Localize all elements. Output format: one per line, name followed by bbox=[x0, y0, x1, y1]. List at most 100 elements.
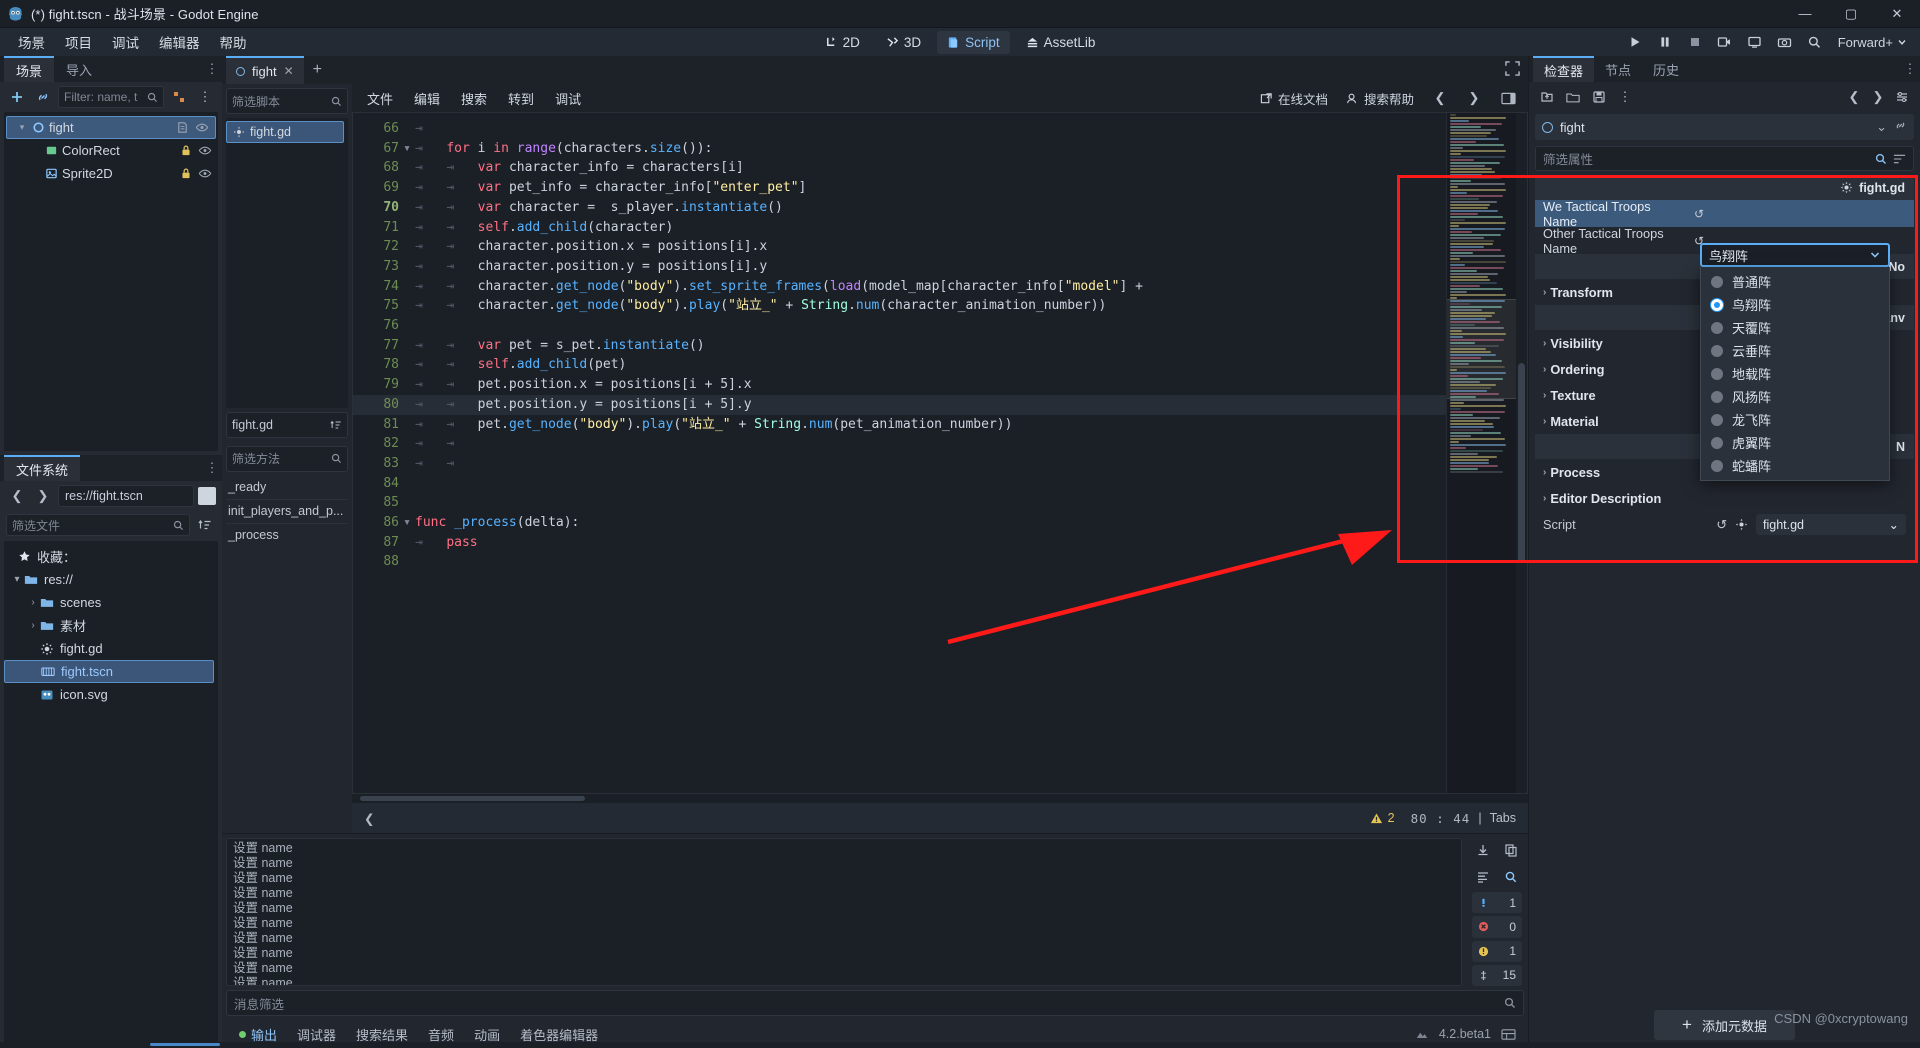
method-item-process[interactable]: _process bbox=[222, 524, 352, 547]
method-filter-input[interactable]: 筛选方法 bbox=[226, 445, 348, 472]
inspector-tools-icon[interactable] bbox=[1891, 86, 1913, 108]
fs-path-value[interactable]: res://fight.tscn bbox=[58, 485, 194, 507]
inspector-open-icon[interactable] bbox=[1536, 86, 1558, 108]
scene-node-fight[interactable]: ▾ fight bbox=[6, 116, 216, 139]
chain-icon[interactable] bbox=[1894, 119, 1907, 135]
play-icon[interactable] bbox=[1621, 30, 1649, 54]
dropdown-selected-field[interactable]: 鸟翔阵 bbox=[1700, 243, 1890, 267]
method-item-ready[interactable]: _ready bbox=[222, 476, 352, 499]
inspector-tab-node[interactable]: 节点 bbox=[1594, 56, 1642, 82]
dock-tab-filesystem[interactable]: 文件系统 bbox=[4, 455, 81, 481]
editor-menu-file[interactable]: 文件 bbox=[358, 86, 402, 111]
menu-project[interactable]: 项目 bbox=[55, 28, 102, 56]
code-horizontal-scrollbar[interactable] bbox=[352, 794, 1528, 803]
fs-item-favorites[interactable]: 收藏： bbox=[4, 545, 218, 568]
editor-menu-edit[interactable]: 编辑 bbox=[405, 86, 449, 111]
scrollbar-thumb[interactable] bbox=[360, 796, 585, 801]
current-script-name-field[interactable]: fight.gd bbox=[226, 411, 348, 438]
warning-indicator[interactable]: 2 bbox=[1370, 811, 1395, 825]
instance-scene-button[interactable] bbox=[32, 86, 54, 108]
tab-assetlib[interactable]: AssetLib bbox=[1016, 31, 1106, 54]
expand-editor-icon[interactable] bbox=[1505, 61, 1520, 79]
visibility-icon[interactable] bbox=[195, 121, 209, 134]
editor-menu-goto[interactable]: 转到 bbox=[499, 86, 543, 111]
dropdown-option-7[interactable]: 虎翼阵 bbox=[1701, 431, 1889, 454]
filter-tools-icon[interactable] bbox=[1893, 153, 1906, 165]
remote-icon[interactable] bbox=[1741, 30, 1769, 54]
dock-tab-import[interactable]: 导入 bbox=[54, 56, 104, 82]
script-icon[interactable] bbox=[176, 121, 189, 134]
script-list-item-fight-gd[interactable]: fight.gd bbox=[226, 121, 344, 143]
message-filter-input[interactable]: 消息筛选 bbox=[226, 990, 1524, 1016]
magnify-icon[interactable] bbox=[1801, 30, 1829, 54]
dock-tab-scene[interactable]: 场景 bbox=[4, 56, 55, 82]
fs-item-icon-svg[interactable]: icon.svg bbox=[4, 683, 218, 706]
online-docs-button[interactable]: 在线文档 bbox=[1254, 86, 1334, 111]
renderer-selector[interactable]: Forward+ bbox=[1831, 32, 1914, 53]
scrollbar-thumb[interactable] bbox=[1518, 363, 1525, 563]
output-counter-error[interactable]: 0 bbox=[1472, 916, 1522, 938]
lock-icon[interactable] bbox=[180, 167, 192, 180]
property-script[interactable]: Script ↺ fight.gd ⌄ bbox=[1535, 511, 1914, 538]
editor-menu-debug[interactable]: 调试 bbox=[546, 86, 590, 111]
menu-editor[interactable]: 编辑器 bbox=[149, 28, 210, 56]
fs-item-fight-tscn[interactable]: fight.tscn bbox=[4, 660, 214, 683]
toggle-panel-icon[interactable] bbox=[1494, 86, 1522, 110]
dropdown-option-4[interactable]: 地载阵 bbox=[1701, 362, 1889, 385]
scene-tree-tool-button[interactable] bbox=[168, 86, 190, 108]
minimize-button[interactable]: — bbox=[1782, 0, 1828, 28]
caret-icon[interactable]: ▾ bbox=[10, 574, 24, 585]
search-help-button[interactable]: 搜索帮助 bbox=[1340, 86, 1420, 111]
search-icon[interactable] bbox=[1498, 865, 1524, 889]
output-counter-debug[interactable]: 15 bbox=[1472, 964, 1522, 986]
output-log[interactable]: 设置 name 设置 name 设置 name 设置 name 设置 name 设置 na… bbox=[226, 838, 1462, 986]
stop-icon[interactable] bbox=[1681, 30, 1709, 54]
lock-icon[interactable] bbox=[180, 144, 192, 157]
scene-node-colorrect[interactable]: ColorRect bbox=[4, 139, 218, 162]
caret-icon[interactable]: › bbox=[26, 597, 40, 608]
filesystem-dock-menu-icon[interactable]: ⋮ bbox=[202, 455, 222, 481]
revert-icon[interactable]: ↺ bbox=[1716, 517, 1727, 533]
visibility-icon[interactable] bbox=[198, 144, 212, 157]
dropdown-option-1[interactable]: 鸟翔阵 bbox=[1701, 293, 1889, 316]
visibility-icon[interactable] bbox=[198, 167, 212, 180]
code-vertical-scrollbar[interactable] bbox=[1516, 113, 1527, 793]
fs-item-assets[interactable]: › 素材 bbox=[4, 614, 218, 637]
script-value-dropdown[interactable]: fight.gd ⌄ bbox=[1756, 514, 1906, 535]
new-script-tab-button[interactable]: + bbox=[304, 57, 331, 83]
copy-icon[interactable] bbox=[1498, 838, 1524, 862]
fs-filter-input[interactable]: 筛选文件 bbox=[6, 514, 190, 536]
menu-scene[interactable]: 场景 bbox=[8, 28, 55, 56]
editor-menu-search[interactable]: 搜索 bbox=[452, 86, 496, 111]
fs-item-res-root[interactable]: ▾ res:// bbox=[4, 568, 218, 591]
output-counter-info[interactable]: 1 bbox=[1472, 892, 1522, 914]
layout-icon[interactable] bbox=[1415, 1028, 1429, 1041]
scene-dock-menu-icon[interactable]: ⋮ bbox=[202, 56, 222, 82]
property-section-editor-description[interactable]: › Editor Description bbox=[1535, 485, 1914, 511]
dropdown-option-5[interactable]: 风扬阵 bbox=[1701, 385, 1889, 408]
download-icon[interactable] bbox=[1470, 838, 1496, 862]
dropdown-option-6[interactable]: 龙飞阵 bbox=[1701, 408, 1889, 431]
tab-3d[interactable]: 3D bbox=[876, 31, 931, 54]
editor-prev-button[interactable]: ❮ bbox=[1426, 86, 1454, 110]
tab-2d[interactable]: 2D bbox=[815, 31, 870, 54]
fs-forward-button[interactable]: ❯ bbox=[32, 485, 54, 507]
editor-next-button[interactable]: ❯ bbox=[1460, 86, 1488, 110]
property-group-script[interactable]: fight.gd bbox=[1535, 175, 1914, 200]
layout-preset-icon[interactable] bbox=[1501, 1028, 1516, 1041]
gear-icon[interactable] bbox=[1735, 518, 1748, 531]
scene-more-button[interactable]: ⋮ bbox=[194, 86, 216, 108]
fs-toggle-split-button[interactable] bbox=[198, 487, 216, 505]
camera-icon[interactable] bbox=[1771, 30, 1799, 54]
output-counter-warning[interactable]: 1 bbox=[1472, 940, 1522, 962]
pause-icon[interactable] bbox=[1651, 30, 1679, 54]
fs-sort-button[interactable] bbox=[194, 514, 216, 536]
script-filter-input[interactable]: 筛选脚本 bbox=[226, 88, 348, 114]
close-button[interactable]: ✕ bbox=[1874, 0, 1920, 28]
inspector-save-icon[interactable] bbox=[1588, 86, 1610, 108]
sort-icon[interactable] bbox=[330, 419, 342, 431]
fs-back-button[interactable]: ❮ bbox=[6, 485, 28, 507]
inspector-dock-menu-icon[interactable]: ⋮ bbox=[1900, 61, 1920, 77]
inspector-tab-inspector[interactable]: 检查器 bbox=[1533, 56, 1595, 82]
script-tab-fight[interactable]: fight ✕ bbox=[226, 56, 304, 84]
